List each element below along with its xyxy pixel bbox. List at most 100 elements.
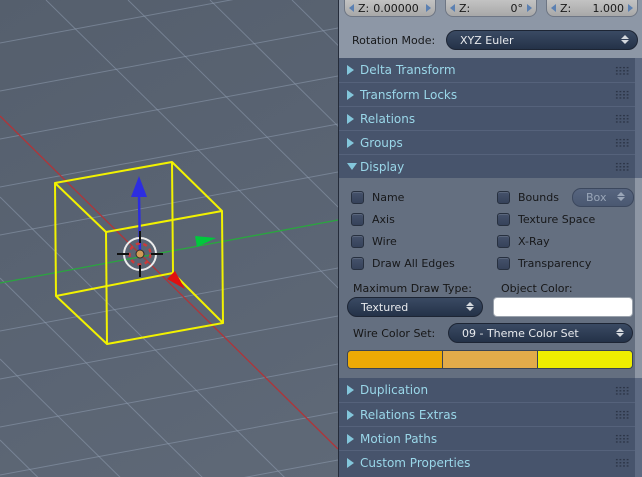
- increment-arrow-icon[interactable]: [426, 4, 431, 12]
- increment-arrow-icon[interactable]: [527, 4, 532, 12]
- axis-checkbox[interactable]: [351, 213, 364, 226]
- panel-list-top: Delta Transform Transform Locks Relation…: [339, 58, 642, 178]
- field-label: Z:: [560, 2, 571, 15]
- drag-handle-icon[interactable]: [615, 410, 629, 419]
- drag-handle-icon[interactable]: [615, 66, 629, 75]
- rotation-mode-label: Rotation Mode:: [344, 34, 446, 47]
- panel-header-display[interactable]: Display: [339, 154, 642, 178]
- panel-title: Display: [360, 160, 404, 174]
- rotation-z-field[interactable]: Z: 0°: [445, 0, 537, 17]
- theme-color-set-swatches: [347, 350, 633, 369]
- decrement-arrow-icon[interactable]: [450, 4, 455, 12]
- object-color-swatch[interactable]: [493, 297, 633, 317]
- wire-color-swatch-1[interactable]: [348, 351, 442, 368]
- expand-right-icon: [347, 65, 360, 75]
- checkbox-row-name: Name: [347, 186, 493, 208]
- panel-gutter: [635, 378, 642, 477]
- object-color-label: Object Color:: [493, 282, 634, 295]
- transform-section: Z: 0.00000 Z: 0° Z: 1.000 Ro: [339, 0, 642, 58]
- draw-all-edges-checkbox[interactable]: [351, 257, 364, 270]
- panel-title: Groups: [360, 136, 403, 150]
- expand-right-icon: [347, 458, 360, 468]
- dropdown-arrows-icon: [616, 327, 624, 339]
- texture-space-checkbox[interactable]: [497, 213, 510, 226]
- name-checkbox[interactable]: [351, 191, 364, 204]
- checkbox-label: Bounds: [518, 191, 559, 204]
- expand-right-icon: [347, 410, 360, 420]
- drag-handle-icon[interactable]: [615, 162, 629, 171]
- dropdown-arrows-icon: [466, 301, 474, 313]
- wire-color-set-dropdown[interactable]: 09 - Theme Color Set: [448, 323, 633, 343]
- field-label: Z:: [358, 2, 369, 15]
- decrement-arrow-icon[interactable]: [349, 4, 354, 12]
- wire-color-swatch-3[interactable]: [537, 351, 632, 368]
- panel-list-bottom: Duplication Relations Extras Motion Path…: [339, 378, 642, 477]
- bounds-checkbox[interactable]: [497, 191, 510, 204]
- checkbox-row-texture-space: Texture Space: [493, 208, 634, 230]
- checkbox-row-axis: Axis: [347, 208, 493, 230]
- drag-handle-icon[interactable]: [615, 138, 629, 147]
- panel-header-delta-transform[interactable]: Delta Transform: [339, 58, 642, 82]
- panel-header-motion-paths[interactable]: Motion Paths: [339, 426, 642, 450]
- wire-color-set-value: 09 - Theme Color Set: [462, 327, 579, 340]
- increment-arrow-icon[interactable]: [628, 4, 633, 12]
- panel-title: Relations: [360, 112, 415, 126]
- panel-gutter: [635, 58, 642, 178]
- checkbox-row-wire: Wire: [347, 230, 493, 252]
- panel-title: Transform Locks: [360, 88, 457, 102]
- checkbox-label: Name: [372, 191, 404, 204]
- app-window: Z: 0.00000 Z: 0° Z: 1.000 Ro: [0, 0, 642, 477]
- max-draw-type-value: Textured: [361, 301, 408, 314]
- scale-z-field[interactable]: Z: 1.000: [546, 0, 638, 17]
- field-label: Z:: [459, 2, 470, 15]
- 3d-viewport[interactable]: [0, 0, 338, 477]
- checkbox-label: Draw All Edges: [372, 257, 455, 270]
- object-origin-dot: [136, 250, 144, 258]
- rotation-mode-value: XYZ Euler: [460, 34, 514, 47]
- wire-checkbox[interactable]: [351, 235, 364, 248]
- expand-right-icon: [347, 138, 360, 148]
- expand-right-icon: [347, 90, 360, 100]
- drag-handle-icon[interactable]: [615, 386, 629, 395]
- panel-header-transform-locks[interactable]: Transform Locks: [339, 82, 642, 106]
- checkbox-row-xray: X-Ray: [493, 230, 634, 252]
- checkbox-label: X-Ray: [518, 235, 550, 248]
- checkbox-label: Wire: [372, 235, 397, 248]
- checkbox-row-bounds: Bounds Box: [493, 186, 634, 208]
- field-value: 0°: [511, 2, 524, 15]
- drag-handle-icon[interactable]: [615, 114, 629, 123]
- panel-header-relations-extras[interactable]: Relations Extras: [339, 402, 642, 426]
- xray-checkbox[interactable]: [497, 235, 510, 248]
- transparency-checkbox[interactable]: [497, 257, 510, 270]
- decrement-arrow-icon[interactable]: [551, 4, 556, 12]
- bounds-type-dropdown[interactable]: Box: [572, 188, 634, 207]
- drag-handle-icon[interactable]: [615, 434, 629, 443]
- x-axis-line: [0, 116, 338, 449]
- panel-title: Duplication: [360, 383, 428, 397]
- max-draw-type-dropdown[interactable]: Textured: [347, 297, 483, 317]
- checkbox-label: Texture Space: [518, 213, 595, 226]
- drag-handle-icon[interactable]: [615, 458, 629, 467]
- checkbox-row-draw-all-edges: Draw All Edges: [347, 252, 493, 274]
- properties-panel: Z: 0.00000 Z: 0° Z: 1.000 Ro: [338, 0, 642, 477]
- expand-right-icon: [347, 434, 360, 444]
- rotation-mode-dropdown[interactable]: XYZ Euler: [446, 30, 638, 50]
- panel-title: Relations Extras: [360, 408, 457, 422]
- dropdown-arrows-icon: [617, 191, 625, 203]
- drag-handle-icon[interactable]: [615, 90, 629, 99]
- wire-color-set-label: Wire Color Set:: [347, 327, 448, 340]
- panel-header-groups[interactable]: Groups: [339, 130, 642, 154]
- panel-title: Custom Properties: [360, 456, 470, 470]
- panel-header-relations[interactable]: Relations: [339, 106, 642, 130]
- max-draw-type-label: Maximum Draw Type:: [347, 282, 493, 295]
- panel-title: Motion Paths: [360, 432, 437, 446]
- wire-color-swatch-2[interactable]: [442, 351, 537, 368]
- collapse-down-icon: [347, 163, 360, 170]
- panel-header-custom-properties[interactable]: Custom Properties: [339, 450, 642, 474]
- expand-right-icon: [347, 385, 360, 395]
- expand-right-icon: [347, 114, 360, 124]
- location-z-field[interactable]: Z: 0.00000: [344, 0, 436, 17]
- panel-header-duplication[interactable]: Duplication: [339, 378, 642, 402]
- checkbox-label: Transparency: [518, 257, 591, 270]
- floor-grid: [0, 0, 338, 477]
